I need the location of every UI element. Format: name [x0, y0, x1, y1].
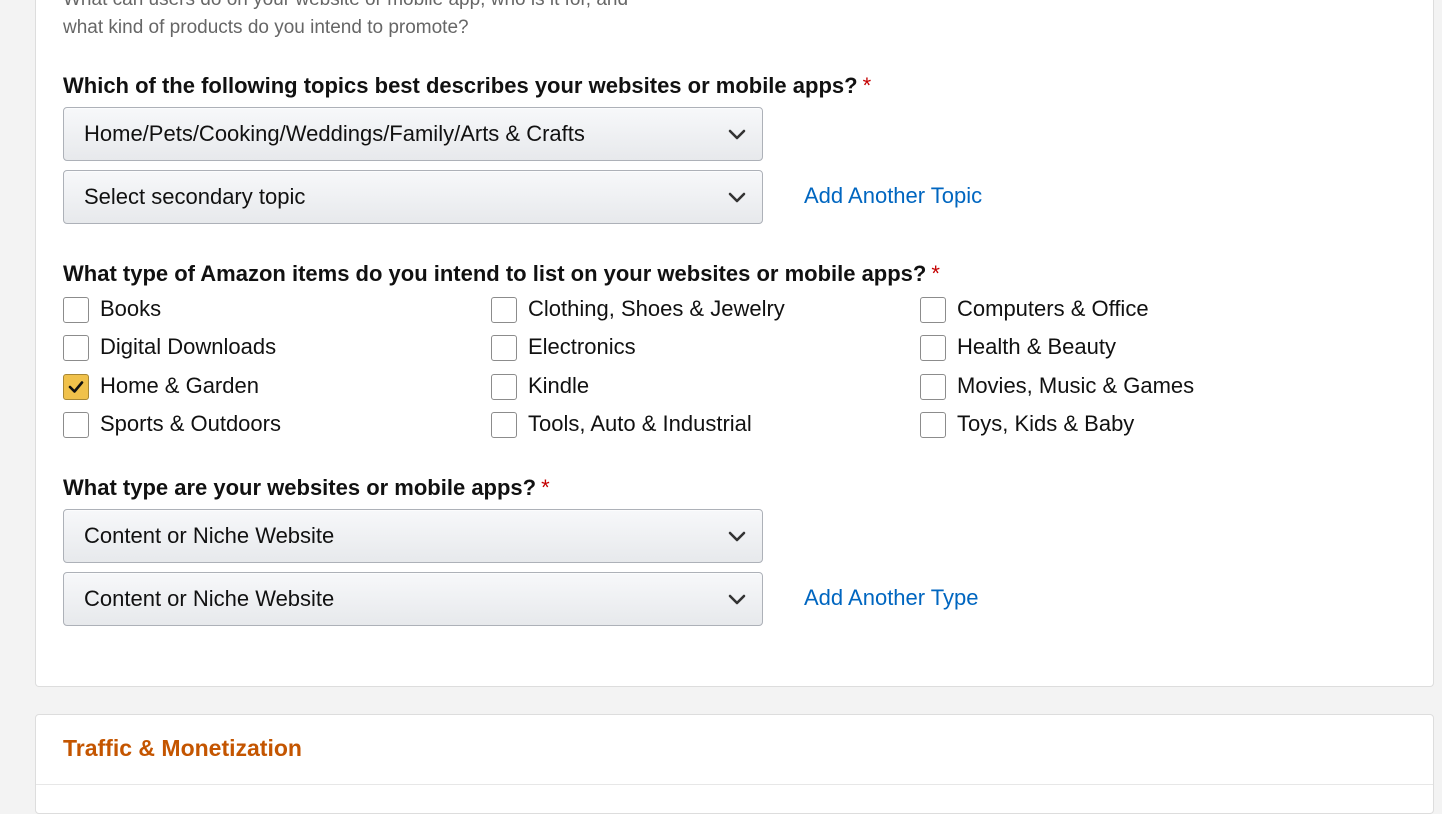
checkmark-icon	[68, 381, 84, 393]
checkbox-label: Electronics	[528, 334, 636, 359]
profile-card: What can users do on your website or mob…	[35, 0, 1434, 687]
checkbox[interactable]	[920, 412, 946, 438]
primary-topic-value: Home/Pets/Cooking/Weddings/Family/Arts &…	[84, 121, 585, 146]
checkbox-label: Tools, Auto & Industrial	[528, 411, 752, 436]
secondary-topic-select[interactable]: Select secondary topic	[63, 170, 763, 224]
chevron-down-icon	[728, 594, 746, 605]
checkbox-label: Digital Downloads	[100, 334, 277, 359]
checkbox[interactable]	[491, 297, 517, 323]
checkbox-label: Home & Garden	[100, 373, 259, 398]
checkbox-label: Movies, Music & Games	[957, 373, 1195, 398]
primary-site-type-select[interactable]: Content or Niche Website	[63, 509, 763, 563]
items-question: What type of Amazon items do you intend …	[63, 261, 940, 287]
checkbox[interactable]	[63, 335, 89, 361]
primary-topic-select[interactable]: Home/Pets/Cooking/Weddings/Family/Arts &…	[63, 107, 763, 161]
topics-question-text: Which of the following topics best descr…	[63, 73, 858, 98]
checkbox[interactable]	[63, 374, 89, 400]
secondary-site-type-value: Content or Niche Website	[84, 586, 335, 611]
checkbox[interactable]	[63, 412, 89, 438]
required-asterisk: *	[541, 475, 550, 500]
checkbox-label: Sports & Outdoors	[100, 411, 281, 436]
checkbox[interactable]	[491, 374, 517, 400]
helper-text-line2: what kind of products do you intend to p…	[63, 17, 469, 38]
checkbox[interactable]	[491, 335, 517, 361]
chevron-down-icon	[728, 192, 746, 203]
checkbox[interactable]	[63, 297, 89, 323]
checkbox-label: Toys, Kids & Baby	[957, 411, 1135, 436]
primary-site-type-value: Content or Niche Website	[84, 523, 335, 548]
chevron-down-icon	[728, 129, 746, 140]
section-title: Traffic & Monetization	[63, 735, 302, 761]
site-type-question: What type are your websites or mobile ap…	[63, 475, 550, 501]
checkbox-label: Health & Beauty	[957, 334, 1116, 359]
chevron-down-icon	[728, 531, 746, 542]
required-asterisk: *	[862, 73, 872, 98]
required-asterisk: *	[931, 261, 940, 286]
divider	[36, 784, 1433, 785]
checkbox-label: Computers & Office	[957, 296, 1149, 321]
checkbox[interactable]	[920, 335, 946, 361]
helper-text-line1: What can users do on your website or mob…	[63, 0, 628, 11]
checkbox[interactable]	[920, 374, 946, 400]
secondary-topic-value: Select secondary topic	[84, 184, 306, 209]
topics-question: Which of the following topics best descr…	[63, 73, 871, 99]
checkbox-label: Books	[100, 296, 162, 321]
items-question-text: What type of Amazon items do you intend …	[63, 261, 927, 286]
secondary-site-type-select[interactable]: Content or Niche Website	[63, 572, 763, 626]
add-another-topic-link[interactable]: Add Another Topic	[804, 183, 982, 209]
checkbox[interactable]	[920, 297, 946, 323]
checkbox-label: Kindle	[528, 373, 590, 398]
checkbox-label: Clothing, Shoes & Jewelry	[528, 296, 785, 321]
add-another-type-link[interactable]: Add Another Type	[804, 585, 979, 611]
checkbox[interactable]	[491, 412, 517, 438]
site-type-question-text: What type are your websites or mobile ap…	[63, 475, 537, 500]
traffic-card: Traffic & Monetization	[35, 714, 1434, 814]
